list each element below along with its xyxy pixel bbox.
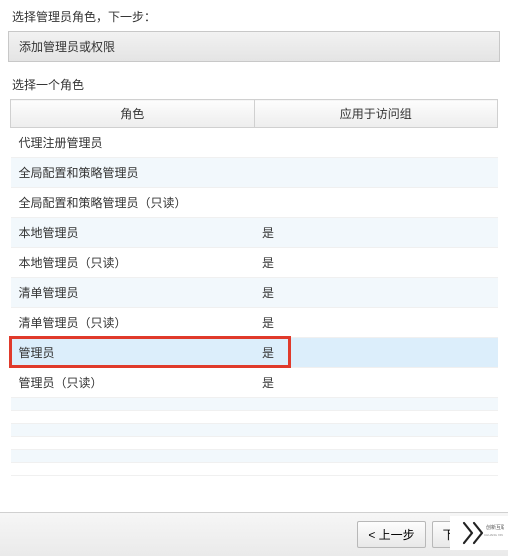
cell-apply bbox=[254, 450, 498, 463]
next-button[interactable]: 下一步 > bbox=[432, 521, 500, 548]
cell-role: 管理员（只读） bbox=[11, 368, 255, 398]
page-title: 选择管理员角色，下一步： bbox=[0, 0, 508, 29]
cell-apply: 是 bbox=[254, 308, 498, 338]
table-row[interactable] bbox=[11, 424, 498, 437]
cell-apply bbox=[254, 411, 498, 424]
cell-role: 全局配置和策略管理员 bbox=[11, 158, 255, 188]
table-row[interactable]: 全局配置和策略管理员（只读） bbox=[11, 188, 498, 218]
subtitle: 选择一个角色 bbox=[0, 72, 508, 99]
cell-apply: 是 bbox=[254, 278, 498, 308]
cell-apply bbox=[254, 463, 498, 476]
table-row[interactable]: 本地管理员（只读）是 bbox=[11, 248, 498, 278]
table-row[interactable]: 清单管理员（只读）是 bbox=[11, 308, 498, 338]
table-row[interactable] bbox=[11, 463, 498, 476]
cell-apply bbox=[254, 424, 498, 437]
prev-button[interactable]: < 上一步 bbox=[357, 521, 425, 548]
cell-role: 本地管理员（只读） bbox=[11, 248, 255, 278]
table-row[interactable] bbox=[11, 411, 498, 424]
cell-apply: 是 bbox=[254, 218, 498, 248]
cell-role bbox=[11, 398, 255, 411]
cell-apply bbox=[254, 437, 498, 450]
cell-apply bbox=[254, 128, 498, 158]
cell-role bbox=[11, 450, 255, 463]
cell-role bbox=[11, 437, 255, 450]
cell-apply bbox=[254, 188, 498, 218]
cell-role: 清单管理员（只读） bbox=[11, 308, 255, 338]
cell-apply bbox=[254, 158, 498, 188]
cell-role bbox=[11, 411, 255, 424]
table-row[interactable]: 管理员是 bbox=[11, 338, 498, 368]
table-row[interactable] bbox=[11, 398, 498, 411]
table-row[interactable]: 代理注册管理员 bbox=[11, 128, 498, 158]
cell-role bbox=[11, 463, 255, 476]
cell-role: 本地管理员 bbox=[11, 218, 255, 248]
roles-table: 角色 应用于访问组 代理注册管理员全局配置和策略管理员全局配置和策略管理员（只读… bbox=[10, 99, 498, 476]
cell-apply: 是 bbox=[254, 248, 498, 278]
cell-role: 管理员 bbox=[11, 338, 255, 368]
cell-role: 清单管理员 bbox=[11, 278, 255, 308]
column-header-role[interactable]: 角色 bbox=[11, 100, 255, 128]
cell-role: 全局配置和策略管理员（只读） bbox=[11, 188, 255, 218]
roles-table-wrap: 角色 应用于访问组 代理注册管理员全局配置和策略管理员全局配置和策略管理员（只读… bbox=[10, 99, 498, 476]
cell-apply bbox=[254, 398, 498, 411]
cell-apply: 是 bbox=[254, 368, 498, 398]
cell-apply: 是 bbox=[254, 338, 498, 368]
table-row[interactable]: 清单管理员是 bbox=[11, 278, 498, 308]
cell-role: 代理注册管理员 bbox=[11, 128, 255, 158]
table-row[interactable]: 本地管理员是 bbox=[11, 218, 498, 248]
footer-bar: < 上一步 下一步 > bbox=[0, 512, 508, 556]
table-row[interactable]: 管理员（只读）是 bbox=[11, 368, 498, 398]
table-row[interactable] bbox=[11, 450, 498, 463]
column-header-apply[interactable]: 应用于访问组 bbox=[254, 100, 498, 128]
table-row[interactable] bbox=[11, 437, 498, 450]
section-header: 添加管理员或权限 bbox=[8, 31, 500, 62]
cell-role bbox=[11, 424, 255, 437]
table-row[interactable]: 全局配置和策略管理员 bbox=[11, 158, 498, 188]
